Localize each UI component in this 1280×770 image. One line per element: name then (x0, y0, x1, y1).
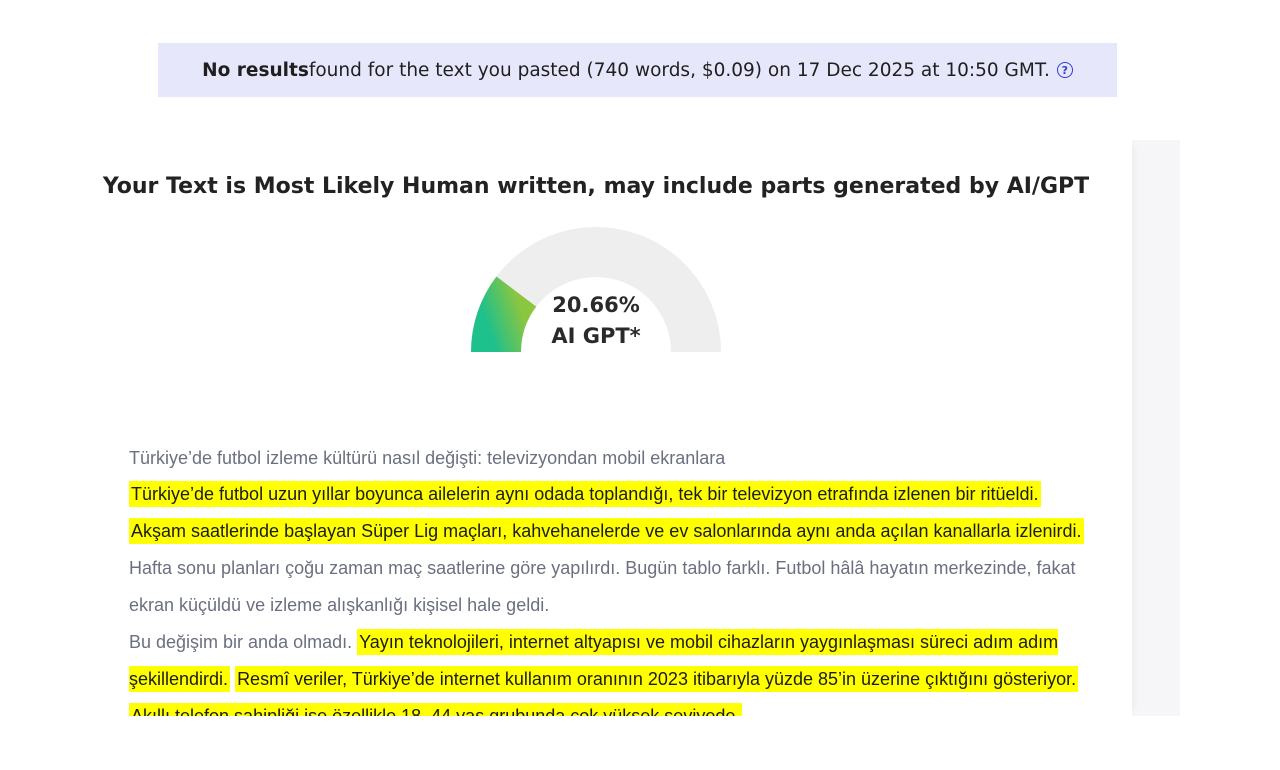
ai-percent: 20.66% (552, 293, 640, 317)
ai-highlighted-sentence: Akıllı telefon sahipliği ise özellikle 1… (129, 703, 743, 716)
text-segment: Bu değişim bir anda olmadı. (129, 632, 358, 652)
ai-percent-label: AI GPT* (551, 324, 641, 348)
right-panel (1132, 140, 1180, 716)
ai-highlighted-sentence: Resmî veriler, Türkiye’de internet kulla… (235, 666, 1079, 692)
verdict-heading: Your Text is Most Likely Human written, … (102, 174, 1090, 199)
results-banner: No results found for the text you pasted… (158, 43, 1117, 97)
text-segment: Hafta sonu planları çoğu zaman maç saatl… (129, 558, 1076, 615)
question-circle-icon[interactable]: ? (1056, 62, 1073, 78)
ai-score-gauge: 20.66% AI GPT* (470, 224, 722, 354)
analyzed-text: Türkiye’de futbol izleme kültürü nasıl d… (129, 440, 1089, 716)
ai-highlighted-sentence: Türkiye’de futbol uzun yıllar boyunca ai… (129, 481, 1041, 507)
text-paragraph: Bu değişim bir anda olmadı. Yayın teknol… (129, 624, 1089, 716)
result-card: Your Text is Most Likely Human written, … (96, 140, 1132, 716)
page: No results found for the text you pasted… (0, 0, 1280, 770)
ai-highlighted-sentence: Akşam saatlerinde başlayan Süper Lig maç… (129, 518, 1084, 544)
text-paragraph: Türkiye’de futbol uzun yıllar boyunca ai… (129, 476, 1089, 624)
no-results-label: No results (202, 59, 309, 81)
results-message: found for the text you pasted (740 words… (308, 59, 1050, 81)
gauge-readout: 20.66% AI GPT* (470, 290, 722, 352)
document-title: Türkiye’de futbol izleme kültürü nasıl d… (129, 448, 726, 468)
